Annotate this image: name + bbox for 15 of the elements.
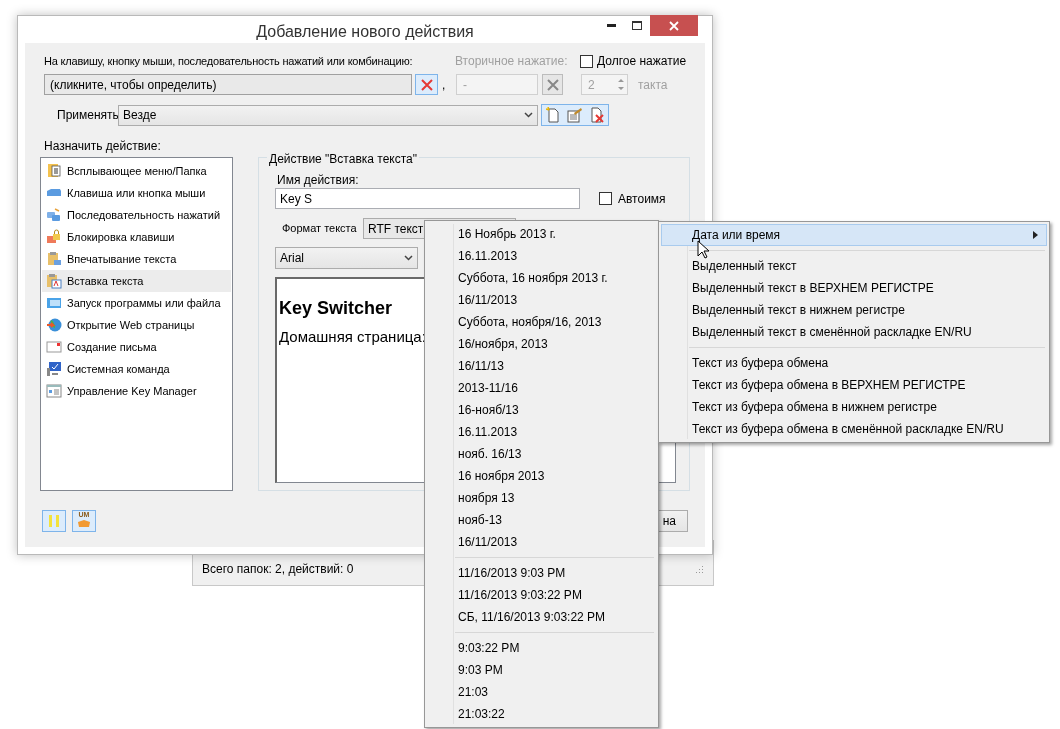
status-text: Всего папок: 2, действий: 0 xyxy=(201,560,354,578)
checkbox-label: Долгое нажатие xyxy=(597,53,687,70)
checkbox-label: Автоимя xyxy=(618,190,666,208)
trigger-label: На клавишу, кнопку мыши, последовательность нажатий или комбинацию: xyxy=(44,54,414,68)
window-title: Добавление нового действия xyxy=(256,21,474,42)
apply-label: Применять xyxy=(57,107,118,124)
secondary-label: Вторичное нажатие: xyxy=(455,53,569,70)
editor-heading: Key Switcher xyxy=(279,297,393,319)
editor-text: Домашняя страница: xyxy=(279,327,426,347)
unit-label: такта xyxy=(638,76,668,94)
name-label: Имя действия: xyxy=(277,173,359,187)
group-legend: Действие "Вставка текста" xyxy=(267,150,419,168)
assign-label: Назначить действие: xyxy=(44,139,161,153)
separator-text: , xyxy=(441,76,447,94)
format-label: Формат текста xyxy=(282,221,358,237)
